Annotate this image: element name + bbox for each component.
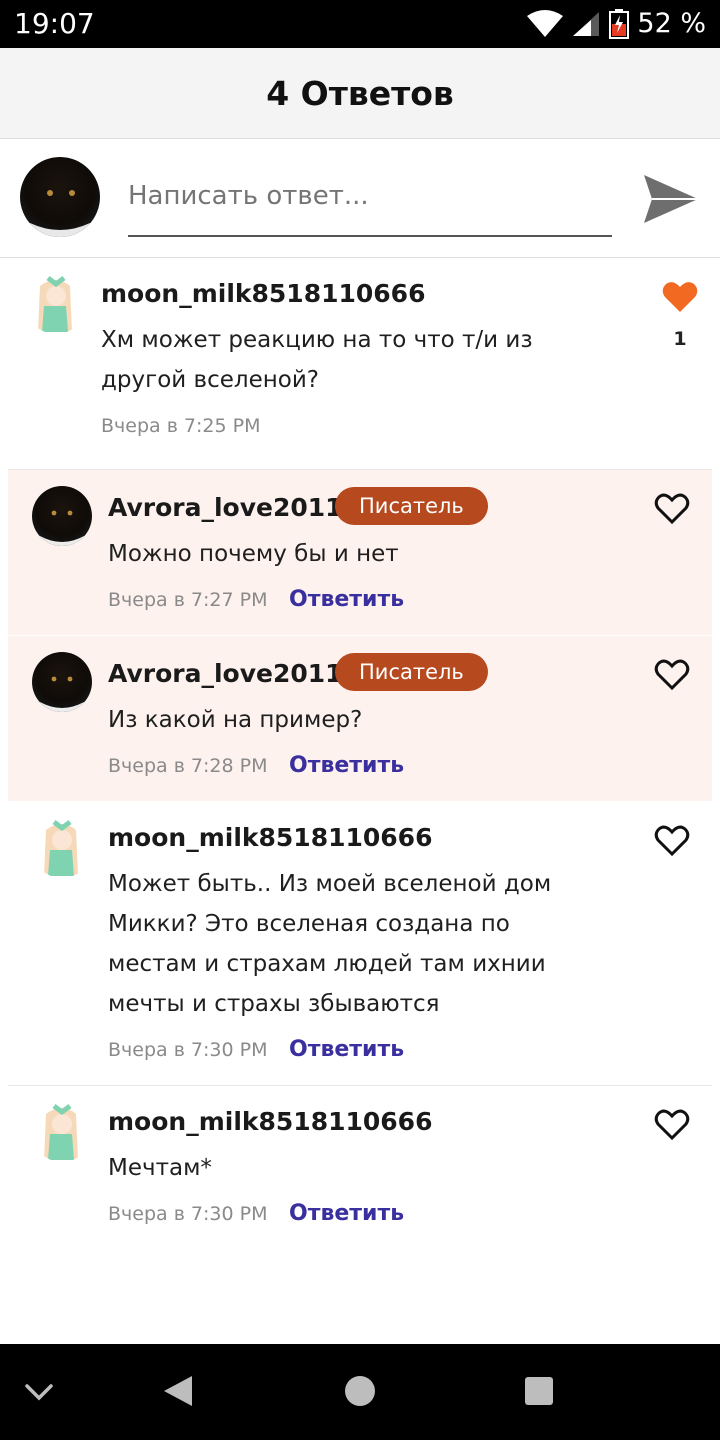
comment-time: Вчера в 7:25 PM	[101, 415, 261, 437]
reply-author[interactable]: moon_milk8518110666	[108, 1106, 432, 1138]
reply-input-field[interactable]	[128, 173, 612, 237]
reply-time: Вчера в 7:28 PM	[108, 755, 268, 777]
reply-time: Вчера в 7:27 PM	[108, 589, 268, 611]
main-comment: moon_milk8518110666 Хм может реакцию на …	[8, 258, 712, 468]
send-icon[interactable]	[640, 171, 700, 227]
signal-icon	[573, 12, 600, 36]
status-bar: 19:07 52 %	[0, 0, 720, 48]
comment-text-line2: другой вселеной?	[101, 367, 319, 393]
like-count: 1	[673, 328, 687, 350]
system-nav-bar	[0, 1344, 720, 1440]
replies-header: 4 Ответов	[0, 48, 720, 139]
author-avatar	[32, 1102, 92, 1162]
my-avatar	[20, 157, 100, 237]
heart-filled-icon[interactable]	[662, 280, 698, 314]
reply-input[interactable]	[128, 181, 612, 211]
author-avatar	[32, 486, 92, 546]
status-icons: 52 %	[527, 8, 706, 40]
reply-text: Мечтам*	[108, 1155, 212, 1181]
back-triangle-icon[interactable]	[162, 1374, 194, 1408]
reply-text-line3: местам и страхам людей там ихнии	[108, 951, 546, 977]
home-circle-icon[interactable]	[344, 1375, 376, 1407]
comment-text-line1: Хм может реакцию на то что т/и из	[101, 327, 533, 353]
reply-time: Вчера в 7:30 PM	[108, 1039, 268, 1061]
heart-outline-icon[interactable]	[654, 658, 690, 692]
reply-text-line1: Может быть.. Из моей вселеной дом	[108, 871, 552, 897]
author-avatar	[26, 274, 86, 334]
reply-item: moon_milk8518110666 Может быть.. Из моей…	[8, 802, 712, 1084]
reply-time: Вчера в 7:30 PM	[108, 1203, 268, 1225]
reply-text-line4: мечты и страхы збываются	[108, 991, 440, 1017]
battery-percent: 52 %	[637, 8, 706, 39]
cat-avatar-art	[30, 190, 90, 237]
reply-text: Можно почему бы и нет	[108, 541, 399, 567]
reply-item: Avrora_love2011 Писатель Можно почему бы…	[8, 470, 712, 635]
wifi-icon	[527, 10, 564, 37]
reply-button[interactable]: Ответить	[289, 586, 404, 614]
reply-item: moon_milk8518110666 Мечтам* Вчера в 7:30…	[8, 1086, 712, 1251]
heart-outline-icon[interactable]	[654, 824, 690, 858]
writer-badge: Писатель	[335, 487, 488, 525]
recents-square-icon[interactable]	[524, 1376, 554, 1406]
writer-badge: Писатель	[335, 653, 488, 691]
reply-button[interactable]: Ответить	[289, 1200, 404, 1228]
page-title: 4 Ответов	[266, 74, 454, 113]
author-avatar	[32, 818, 92, 878]
reply-composer	[0, 139, 720, 258]
chevron-down-icon[interactable]	[24, 1380, 54, 1404]
reply-text-line2: Микки? Это вселеная создана по	[108, 911, 510, 937]
battery-icon	[609, 9, 630, 39]
author-avatar	[32, 652, 92, 712]
reply-button[interactable]: Ответить	[289, 752, 404, 780]
comment-author[interactable]: moon_milk8518110666	[101, 278, 425, 310]
reply-item: Avrora_love2011 Писатель Из какой на при…	[8, 636, 712, 801]
reply-button[interactable]: Ответить	[289, 1036, 404, 1064]
reply-author[interactable]: Avrora_love2011	[108, 658, 343, 690]
heart-outline-icon[interactable]	[654, 1108, 690, 1142]
reply-text: Из какой на пример?	[108, 707, 363, 733]
reply-author[interactable]: Avrora_love2011	[108, 492, 343, 524]
heart-outline-icon[interactable]	[654, 492, 690, 526]
status-time: 19:07	[14, 7, 95, 40]
reply-author[interactable]: moon_milk8518110666	[108, 822, 432, 854]
